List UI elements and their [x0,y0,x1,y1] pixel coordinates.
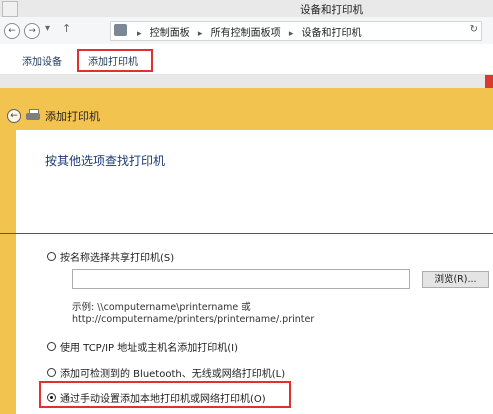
wizard-title: 添加打印机 [45,110,100,123]
option-label-bluetooth-wireless[interactable]: 添加可检测到的 Bluetooth、无线或网络打印机(L) [60,365,285,380]
details-strip [0,75,493,88]
breadcrumb-chevron-icon[interactable]: ▸ [289,29,294,39]
navigation-bar: ← → ▾ ↑ ▸ 控制面板 ▸ 所有控制面板项 ▸ 设备和打印机 ↻ [0,17,493,45]
forward-icon[interactable]: → [24,23,40,39]
example-text-line2: http://computername/printers/printername… [72,314,315,325]
radio-bluetooth-wireless[interactable] [47,368,56,377]
window-title: 设备和打印机 [300,4,363,16]
option-label-shared-printer[interactable]: 按名称选择共享打印机(S) [60,249,174,264]
example-text-line1: 示例: \\computername\printername 或 [72,302,251,313]
back-icon[interactable]: ← [4,23,20,39]
shared-printer-name-input[interactable] [72,269,410,289]
address-bar[interactable]: ▸ 控制面板 ▸ 所有控制面板项 ▸ 设备和打印机 ↻ [110,21,482,41]
browse-button[interactable]: 浏览(R)... [422,271,489,288]
highlight-box [77,49,153,72]
highlight-box [39,381,291,408]
recent-dropdown-icon[interactable]: ▾ [45,23,50,34]
breadcrumb-chevron-icon[interactable]: ▸ [137,29,142,39]
printer-icon [26,109,40,121]
breadcrumb: ▸ 控制面板 ▸ 所有控制面板项 ▸ 设备和打印机 [132,24,362,39]
wizard-header: ← 添加打印机 [0,88,493,130]
wizard-back-icon[interactable]: ← [7,109,21,123]
close-accent [485,75,493,88]
radio-tcp-ip[interactable] [47,342,56,351]
add-printer-wizard: ← 添加打印机 按其他选项查找打印机 按名称选择共享打印机(S) 浏览(R)..… [0,88,493,414]
page-heading: 按其他选项查找打印机 [45,154,166,168]
up-icon[interactable]: ↑ [62,22,71,35]
control-panel-icon [114,24,127,36]
add-device-button[interactable]: 添加设备 [22,53,62,68]
breadcrumb-item[interactable]: 设备和打印机 [302,28,362,39]
breadcrumb-chevron-icon[interactable]: ▸ [198,29,203,39]
breadcrumb-item[interactable]: 所有控制面板项 [211,28,281,39]
command-bar: 添加设备 添加打印机 [0,44,493,75]
title-bar: 设备和打印机 [0,0,493,17]
breadcrumb-item[interactable]: 控制面板 [150,28,190,39]
annotation-line [0,233,493,234]
radio-select-shared-printer[interactable] [47,252,56,261]
option-label-tcp-ip[interactable]: 使用 TCP/IP 地址或主机名添加打印机(I) [60,339,238,354]
wizard-content: 按其他选项查找打印机 按名称选择共享打印机(S) 浏览(R)... 示例: \\… [16,130,493,414]
refresh-icon[interactable]: ↻ [470,24,478,35]
